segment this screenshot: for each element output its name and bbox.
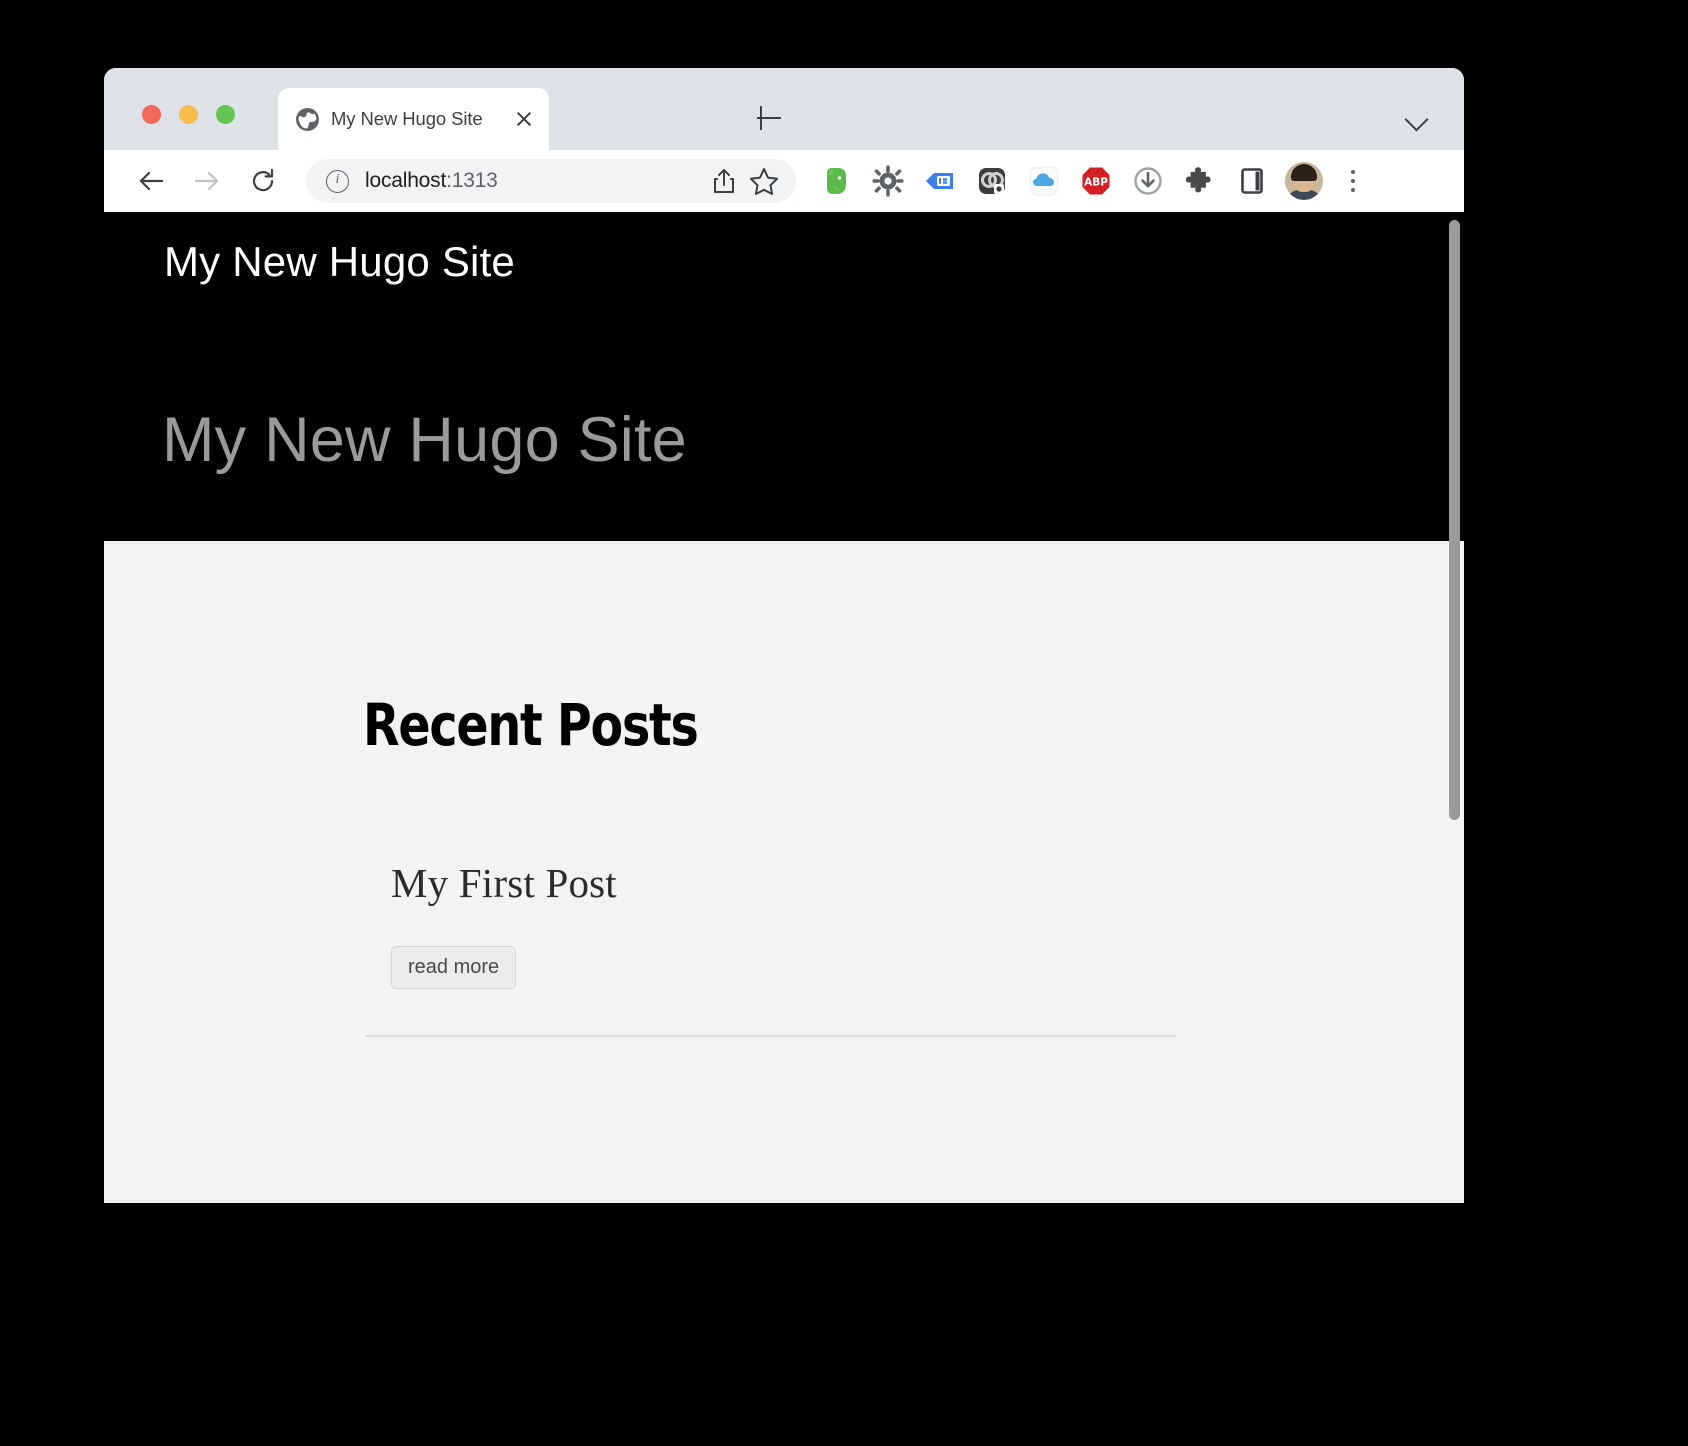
close-window-button[interactable] [142, 105, 161, 124]
side-panel-icon[interactable] [1226, 159, 1278, 203]
site-brand[interactable]: My New Hugo Site [164, 238, 515, 286]
tab-strip: My New Hugo Site [104, 68, 1464, 150]
content-divider [365, 1035, 1176, 1037]
vertical-scrollbar[interactable] [1446, 212, 1464, 1203]
svg-text:ABP: ABP [1084, 177, 1108, 189]
address-bar[interactable]: localhost:1313 [306, 159, 796, 203]
url-text: localhost:1313 [365, 169, 700, 193]
minimize-window-button[interactable] [179, 105, 198, 124]
share-icon[interactable] [708, 165, 740, 197]
download-extension-icon[interactable] [1122, 159, 1174, 203]
star-icon[interactable] [748, 165, 780, 197]
tab-close-icon[interactable] [511, 106, 537, 132]
profile-avatar[interactable] [1278, 159, 1330, 203]
scrollbar-thumb[interactable] [1449, 220, 1460, 820]
page-content: Recent Posts My First Post read more 老白码… [104, 541, 1464, 1203]
url-port: :1313 [446, 169, 498, 192]
gear-bug-extension-icon[interactable] [862, 159, 914, 203]
window-traffic-lights [142, 105, 235, 124]
site-header: My New Hugo Site My New Hugo Site [104, 212, 1464, 541]
url-host: localhost [365, 169, 447, 192]
info-circle-icon[interactable] [326, 169, 349, 193]
back-arrow-icon[interactable] [130, 160, 172, 202]
post-list-item: My First Post read more [363, 859, 1178, 989]
reload-icon[interactable] [242, 160, 284, 202]
dark-rounded-extension-icon[interactable] [966, 159, 1018, 203]
browser-window: My New Hugo Site localho [104, 68, 1464, 1203]
evernote-extension-icon[interactable] [810, 159, 862, 203]
new-tab-button[interactable] [749, 98, 789, 138]
page-viewport: My New Hugo Site My New Hugo Site Recent… [104, 212, 1464, 1203]
tab-title: My New Hugo Site [331, 108, 483, 129]
icloud-extension-icon[interactable] [1018, 159, 1070, 203]
post-title[interactable]: My First Post [391, 859, 1178, 907]
globe-icon [296, 107, 319, 131]
forward-arrow-icon[interactable] [186, 160, 228, 202]
extensions-bar: ABP [810, 159, 1330, 203]
adblock-plus-extension-icon[interactable]: ABP [1070, 159, 1122, 203]
puzzle-extensions-icon[interactable] [1174, 159, 1226, 203]
browser-tab[interactable]: My New Hugo Site [278, 88, 549, 150]
section-title-recent-posts: Recent Posts [363, 691, 699, 759]
browser-toolbar: localhost:1313 [104, 150, 1464, 212]
maximize-window-button[interactable] [216, 105, 235, 124]
read-more-button[interactable]: read more [391, 946, 517, 989]
three-dots-icon[interactable] [1334, 160, 1372, 202]
blue-tag-extension-icon[interactable] [914, 159, 966, 203]
chevron-down-icon[interactable] [1400, 100, 1434, 134]
page-title: My New Hugo Site [162, 405, 687, 475]
